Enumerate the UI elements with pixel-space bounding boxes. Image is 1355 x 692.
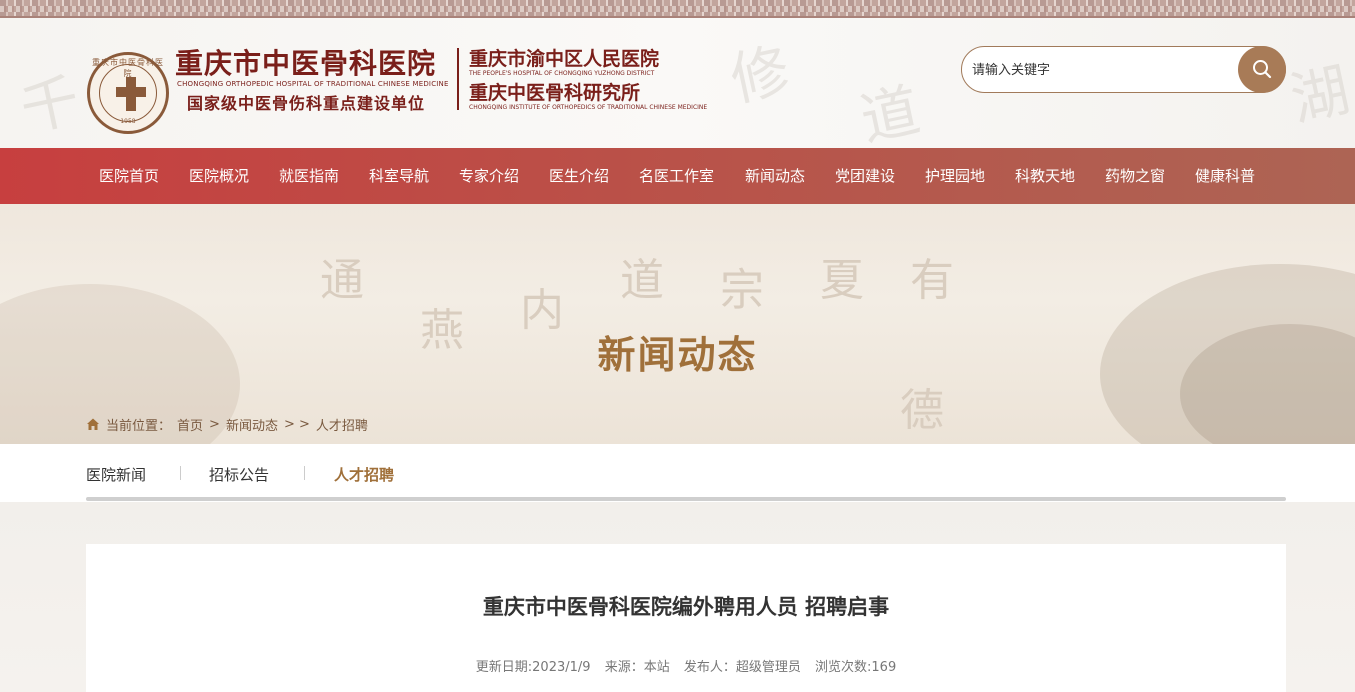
search-box (961, 46, 1286, 93)
article-card: 重庆市中医骨科医院编外聘用人员 招聘启事 更新日期:2023/1/9 来源：本站… (86, 544, 1286, 692)
nav-item-studios[interactable]: 名医工作室 (639, 148, 714, 204)
search-input[interactable] (972, 57, 1232, 83)
article-author: 发布人：超级管理员 (683, 660, 801, 675)
article-source: 来源：本站 (604, 660, 670, 675)
nav-item-education[interactable]: 科教天地 (1015, 148, 1075, 204)
hospital-name[interactable]: 重庆市中医骨科医院 (175, 42, 436, 82)
hospital-subtitle: 国家级中医骨伤科重点建设单位 (187, 94, 426, 113)
search-button[interactable] (1238, 46, 1286, 93)
banner-calligraphy: 宗 (720, 265, 764, 316)
hospital2-name-en: THE PEOPLE'S HOSPITAL OF CHONGQING YUZHO… (469, 70, 655, 77)
hospital-logo-seal[interactable]: 重庆市中医骨科医院 1958 (87, 52, 169, 134)
banner-calligraphy: 有 (910, 255, 954, 306)
background-calligraphy: 修 (724, 35, 796, 115)
background-calligraphy: 湖 (1284, 55, 1355, 135)
tabs-bottom-bar (86, 497, 1286, 501)
logo-divider (457, 48, 459, 110)
nav-item-party[interactable]: 党团建设 (835, 148, 895, 204)
top-decorative-border (0, 0, 1355, 18)
article-views: 浏览次数:169 (815, 660, 897, 675)
page-banner: 通 燕 内 道 宗 夏 有 德 新闻动态 (0, 204, 1355, 444)
nav-item-health[interactable]: 健康科普 (1195, 148, 1255, 204)
nav-item-pharmacy[interactable]: 药物之窗 (1105, 148, 1165, 204)
banner-calligraphy: 德 (900, 385, 944, 436)
breadcrumb: 当前位置： 首页 > 新闻动态 > > 人才招聘 (86, 415, 368, 434)
banner-calligraphy: 道 (620, 255, 664, 306)
breadcrumb-separator: > > (283, 416, 310, 432)
nav-item-nursing[interactable]: 护理园地 (925, 148, 985, 204)
article-date: 更新日期:2023/1/9 (475, 660, 591, 675)
search-icon (1253, 60, 1272, 79)
nav-item-home[interactable]: 医院首页 (99, 148, 159, 204)
breadcrumb-separator: > (209, 416, 220, 432)
article-title: 重庆市中医骨科医院编外聘用人员 招聘启事 (482, 595, 890, 619)
tab-divider (304, 466, 305, 480)
tab-recruitment[interactable]: 人才招聘 (334, 464, 394, 485)
home-icon (87, 418, 99, 430)
banner-calligraphy: 通 (320, 255, 364, 306)
nav-item-overview[interactable]: 医院概况 (189, 148, 249, 204)
breadcrumb-home-link[interactable]: 首页 (177, 415, 203, 434)
nav-item-news[interactable]: 新闻动态 (745, 148, 805, 204)
breadcrumb-prefix: 当前位置： (106, 418, 172, 434)
background-calligraphy: 千 (14, 65, 86, 145)
nav-item-doctors[interactable]: 医生介绍 (549, 148, 609, 204)
tab-tender-notices[interactable]: 招标公告 (209, 464, 269, 485)
hospital3-name: 重庆中医骨科研究所 (469, 82, 641, 104)
tab-divider (180, 466, 181, 480)
nav-item-guide[interactable]: 就医指南 (279, 148, 339, 204)
nav-item-experts[interactable]: 专家介绍 (459, 148, 519, 204)
logo-seal-year: 1958 (120, 118, 136, 125)
banner-calligraphy: 夏 (820, 255, 864, 306)
background-calligraphy: 道 (854, 75, 926, 148)
tab-hospital-news[interactable]: 医院新闻 (86, 464, 146, 485)
banner-title: 新闻动态 (597, 333, 758, 377)
article-meta: 更新日期:2023/1/9 来源：本站 发布人：超级管理员 浏览次数:169 (86, 656, 1286, 675)
breadcrumb-section-link[interactable]: 新闻动态 (226, 415, 278, 434)
hospital3-name-en: CHONGQING INSTITUTE OF ORTHOPEDICS OF TR… (469, 104, 708, 111)
hospital2-name: 重庆市渝中区人民医院 (469, 48, 660, 70)
subcategory-tabs: 医院新闻 招标公告 人才招聘 (0, 444, 1355, 502)
nav-item-departments[interactable]: 科室导航 (369, 148, 429, 204)
main-nav: 医院首页 医院概况 就医指南 科室导航 专家介绍 医生介绍 名医工作室 新闻动态… (0, 148, 1355, 204)
medical-cross-icon (116, 77, 146, 111)
hospital-name-en: CHONGQING ORTHOPEDIC HOSPITAL OF TRADITI… (177, 80, 449, 88)
breadcrumb-current[interactable]: 人才招聘 (316, 415, 368, 434)
